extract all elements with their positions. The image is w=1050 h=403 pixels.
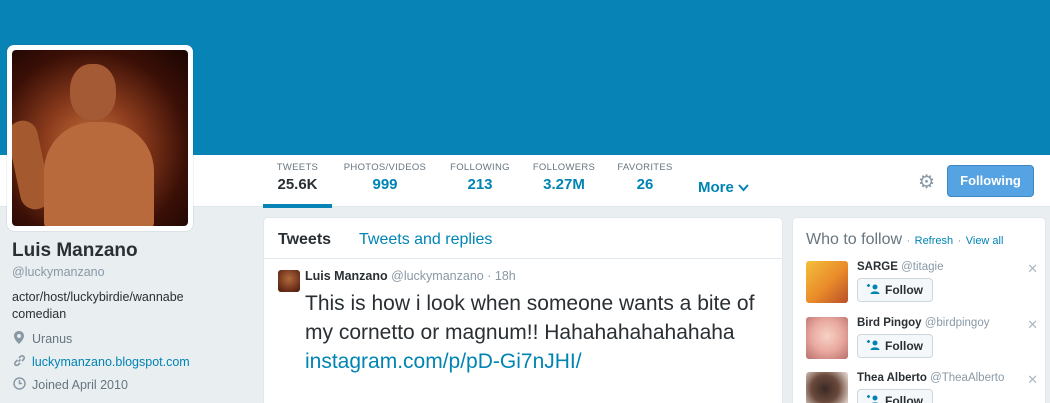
who-to-follow-header: Who to follow · Refresh · View all	[806, 231, 1004, 248]
following-button[interactable]: Following	[947, 165, 1034, 197]
stat-favorites[interactable]: FAVORITES 26	[613, 162, 677, 193]
map-pin-icon	[12, 330, 26, 347]
tweet-timestamp[interactable]: 18h	[495, 269, 516, 283]
tab-tweets[interactable]: Tweets	[278, 231, 331, 249]
close-icon[interactable]: ✕	[1027, 372, 1038, 388]
follow-button[interactable]: Follow	[857, 278, 933, 302]
link-icon	[12, 354, 26, 370]
suggestion-handle[interactable]: @titagie	[901, 261, 943, 273]
refresh-link[interactable]: Refresh	[915, 235, 954, 247]
suggestion-handle[interactable]: @birdpingoy	[925, 317, 990, 329]
add-user-icon	[867, 339, 880, 353]
tweet-link[interactable]: instagram.com/p/pD-Gi7nJHI/	[305, 350, 582, 373]
suggestion-handle[interactable]: @TheaAlberto	[930, 372, 1004, 384]
profile-name[interactable]: Luis Manzano	[12, 240, 252, 262]
suggestion-item: SARGE @titagie ✕ Follow	[806, 261, 1038, 311]
clock-icon	[12, 376, 26, 393]
profile-website: luckymanzano.blogspot.com	[12, 354, 252, 369]
gear-icon[interactable]: ⚙	[918, 171, 935, 194]
add-user-icon	[867, 394, 880, 403]
tweet-author-handle[interactable]: @luckymanzano	[391, 269, 484, 283]
close-icon[interactable]: ✕	[1027, 261, 1038, 277]
who-to-follow-panel: Who to follow · Refresh · View all SARGE…	[792, 217, 1046, 403]
profile-joined: Joined April 2010	[12, 376, 252, 393]
close-icon[interactable]: ✕	[1027, 317, 1038, 333]
stat-tweets[interactable]: TWEETS 25.6K	[263, 162, 332, 193]
more-menu-button[interactable]: More	[698, 179, 749, 196]
stat-following[interactable]: FOLLOWING 213	[445, 162, 515, 193]
profile-location: Uranus	[12, 330, 252, 347]
add-user-icon	[867, 283, 880, 297]
tweet-header: Luis Manzano @luckymanzano · 18h	[305, 269, 516, 283]
profile-avatar[interactable]	[7, 45, 193, 231]
suggestion-name[interactable]: SARGE	[857, 261, 898, 273]
suggestion-name[interactable]: Thea Alberto	[857, 372, 927, 384]
stat-photos-videos[interactable]: PHOTOS/VIDEOS 999	[340, 162, 430, 193]
suggestion-avatar[interactable]	[806, 372, 848, 403]
timeline-tabs: Tweets Tweets and replies	[264, 218, 782, 259]
suggestion-avatar[interactable]	[806, 261, 848, 303]
suggestion-avatar[interactable]	[806, 317, 848, 359]
website-link[interactable]: luckymanzano.blogspot.com	[32, 355, 190, 369]
profile-bio: actor/host/luckybirdie/wannabe comedian	[12, 290, 184, 321]
view-all-link[interactable]: View all	[966, 235, 1004, 247]
follow-button[interactable]: Follow	[857, 389, 933, 403]
tab-tweets-and-replies[interactable]: Tweets and replies	[359, 231, 492, 249]
tweet-author-name[interactable]: Luis Manzano	[305, 269, 388, 283]
suggestion-item: Thea Alberto @TheaAlberto ✕ Follow	[806, 372, 1038, 403]
suggestion-name[interactable]: Bird Pingoy	[857, 317, 922, 329]
tweet-text: This is how i look when someone wants a …	[305, 292, 755, 373]
tweet-avatar[interactable]	[278, 270, 300, 292]
stat-followers[interactable]: FOLLOWERS 3.27M	[529, 162, 599, 193]
timeline: Tweets Tweets and replies Luis Manzano @…	[263, 217, 783, 403]
follow-button[interactable]: Follow	[857, 334, 933, 358]
profile-photo	[12, 50, 188, 226]
active-tab-indicator	[263, 204, 332, 208]
suggestion-item: Bird Pingoy @birdpingoy ✕ Follow	[806, 317, 1038, 367]
profile-handle: @luckymanzano	[12, 265, 105, 279]
chevron-down-icon	[738, 184, 749, 192]
profile-card: Luis Manzano @luckymanzano actor/host/lu…	[12, 240, 252, 392]
